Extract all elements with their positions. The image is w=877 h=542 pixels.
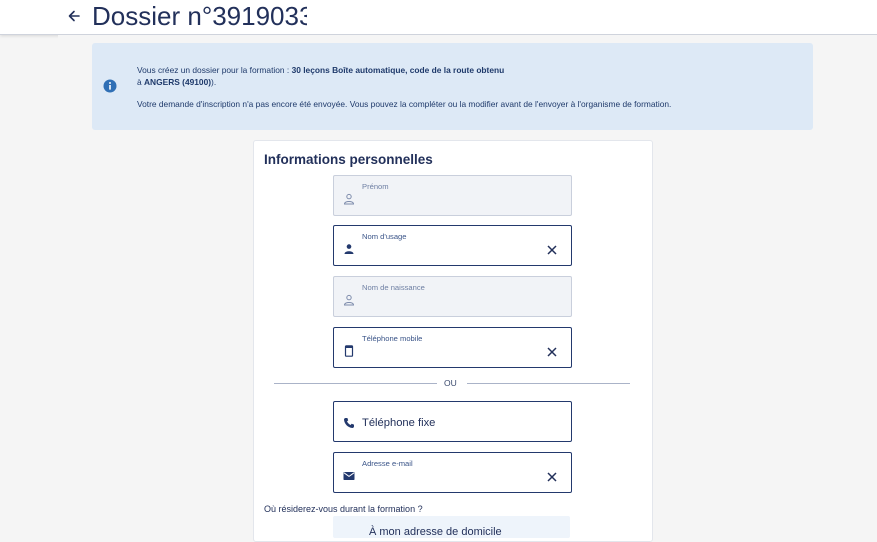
clear-icon[interactable] bbox=[547, 242, 557, 255]
banner-status: Votre demande d'inscription n'a pas enco… bbox=[137, 99, 672, 109]
or-separator: OU bbox=[444, 378, 457, 388]
card-title: Informations personnelles bbox=[264, 152, 433, 167]
banner-line-2: à ANGERS (49100)). bbox=[137, 76, 216, 88]
first-name-field[interactable]: Prénom bbox=[333, 175, 572, 216]
mobile-phone-label: Téléphone mobile bbox=[362, 334, 423, 343]
clear-icon[interactable] bbox=[547, 469, 557, 482]
mobile-phone-icon bbox=[343, 344, 355, 357]
back-arrow-icon[interactable] bbox=[66, 8, 82, 24]
birth-name-field[interactable]: Nom de naissance bbox=[333, 276, 572, 317]
banner-location: ANGERS (49100) bbox=[144, 77, 212, 87]
email-field[interactable]: Adresse e-mail bbox=[333, 452, 572, 493]
banner-line-1: Vous créez un dossier pour la formation … bbox=[137, 64, 504, 76]
banner-line-2-suffix: ). bbox=[211, 77, 217, 87]
divider-left bbox=[274, 383, 437, 384]
landline-phone-label: Téléphone fixe bbox=[362, 417, 436, 429]
email-label: Adresse e-mail bbox=[362, 459, 413, 468]
first-name-label: Prénom bbox=[362, 182, 389, 191]
divider-right bbox=[467, 383, 630, 384]
banner-formation: 30 leçons Boîte automatique, code de la … bbox=[291, 65, 505, 75]
landline-phone-field[interactable]: Téléphone fixe bbox=[333, 401, 572, 442]
mobile-phone-field[interactable]: Téléphone mobile bbox=[333, 327, 572, 368]
mail-icon bbox=[343, 469, 355, 481]
info-icon bbox=[103, 79, 117, 93]
birth-name-label: Nom de naissance bbox=[362, 283, 425, 292]
phone-icon bbox=[343, 416, 355, 428]
page-title: Dossier n°39190338 bbox=[92, 1, 307, 31]
clear-icon[interactable] bbox=[547, 344, 557, 357]
home-address-label: À mon adresse de domicile bbox=[369, 526, 502, 538]
banner-line-1-prefix: Vous créez un dossier pour la formation … bbox=[137, 65, 292, 75]
usage-name-field[interactable]: Nom d'usage bbox=[333, 225, 572, 266]
person-outline-icon bbox=[343, 192, 355, 205]
residence-question: Où résiderez-vous durant la formation ? bbox=[264, 504, 423, 514]
person-outline-icon bbox=[343, 293, 355, 306]
person-icon bbox=[343, 242, 355, 254]
top-bar: Dossier n°39190338 bbox=[0, 0, 877, 35]
banner-line-2-prefix: à bbox=[137, 77, 144, 87]
usage-name-label: Nom d'usage bbox=[362, 232, 407, 241]
